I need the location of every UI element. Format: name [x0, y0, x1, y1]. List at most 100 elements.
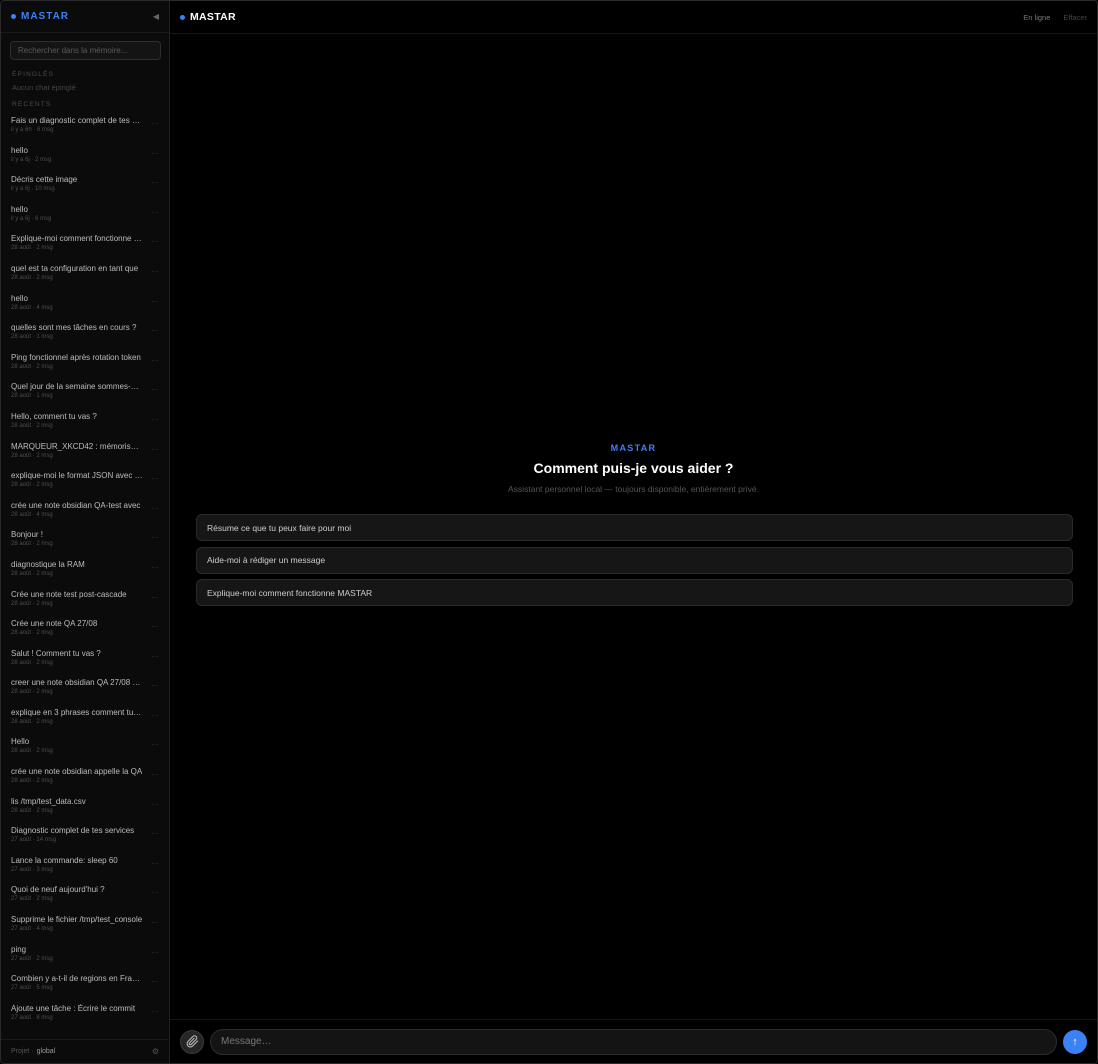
attach-button[interactable]	[180, 1029, 204, 1054]
chat-list-item[interactable]: Crée une note QA 27/08 28 août · 2 msg ···	[1, 616, 169, 646]
chat-list-item[interactable]: Salut ! Comment tu vas ? 28 août · 2 msg ·…	[1, 646, 169, 676]
more-options-icon[interactable]: ···	[151, 800, 159, 809]
suggestion-button[interactable]: Explique-moi comment fonctionne MASTAR	[196, 579, 1073, 606]
chat-list-item[interactable]: crée une note obsidian QA-test avec 28 ao…	[1, 498, 169, 528]
more-options-icon[interactable]: ···	[151, 445, 159, 454]
chat-list-item[interactable]: Diagnostic complet de tes services 27 aoû…	[1, 823, 169, 853]
chat-list-item[interactable]: Bonjour ! 28 août · 2 msg ···	[1, 527, 169, 557]
chat-list-item[interactable]: ping 27 août · 2 msg ···	[1, 942, 169, 972]
status-badge: En ligne	[1023, 12, 1051, 22]
more-options-icon[interactable]: ···	[151, 385, 159, 394]
chat-list-item[interactable]: diagnostique la RAM 28 août · 2 msg ···	[1, 557, 169, 587]
chat-list-item[interactable]: Ping fonctionnel après rotation token 28 …	[1, 350, 169, 380]
chat-list-item[interactable]: hello il y a 6j · 6 msg ···	[1, 202, 169, 232]
chat-list-item[interactable]: hello 28 août · 4 msg ···	[1, 291, 169, 321]
more-options-icon[interactable]: ···	[151, 326, 159, 335]
chat-meta: il y a 6j · 10 msg	[11, 186, 55, 193]
suggestion-list: Résume ce que tu peux faire pour moi Aid…	[196, 514, 1073, 612]
chat-list-item[interactable]: Crée une note test post-cascade 28 août ·…	[1, 587, 169, 617]
chat-list-item[interactable]: quel est ta configuration en tant que 28 …	[1, 261, 169, 291]
pinned-section-label: ÉPINGLÉS	[12, 71, 55, 78]
more-options-icon[interactable]: ···	[151, 711, 159, 720]
chat-list-item[interactable]: quelles sont mes tâches en cours ? 28 aoû…	[1, 320, 169, 350]
chat-meta: 27 août · 8 msg	[11, 1014, 53, 1021]
app-window: MASTAR ◀ ÉPINGLÉS Aucun chat épinglé RÉC…	[0, 0, 1098, 1064]
more-options-icon[interactable]: ···	[151, 681, 159, 690]
chat-title: quel est ta configuration en tant que	[11, 263, 139, 273]
chat-list-item[interactable]: Lance la commande: sleep 60 27 août · 3 m…	[1, 853, 169, 883]
hero-subtitle: Assistant personnel local — toujours dis…	[508, 484, 759, 494]
more-options-icon[interactable]: ···	[151, 415, 159, 424]
chat-list-item[interactable]: Décris cette image il y a 6j · 10 msg ···	[1, 172, 169, 202]
chat-title: crée une note obsidian appelle la QA	[11, 767, 143, 777]
memory-search-input[interactable]	[10, 41, 161, 60]
message-input[interactable]	[210, 1028, 1057, 1055]
chat-meta: 27 août · 5 msg	[11, 985, 53, 992]
more-options-icon[interactable]: ···	[151, 149, 159, 158]
more-options-icon[interactable]: ···	[151, 770, 159, 779]
chat-list-item[interactable]: Hello 28 août · 2 msg ···	[1, 734, 169, 764]
chat-list-item[interactable]: creer une note obsidian QA 27/08 avec 28 …	[1, 675, 169, 705]
chat-list-item[interactable]: Combien y a-t-il de regions en France 27 …	[1, 971, 169, 1001]
chat-list-item[interactable]: MARQUEUR_XKCD42 : mémorise ceci 28 août ·…	[1, 439, 169, 469]
chat-meta: 28 août · 2 msg	[11, 245, 53, 252]
gear-icon[interactable]: ⚙	[152, 1047, 159, 1056]
chat-meta: 28 août · 2 msg	[11, 600, 53, 607]
more-options-icon[interactable]: ···	[151, 948, 159, 957]
chat-meta: 28 août · 2 msg	[11, 630, 53, 637]
chat-meta: il y a 6h · 6 msg	[11, 127, 54, 133]
more-options-icon[interactable]: ···	[151, 119, 159, 128]
more-options-icon[interactable]: ···	[151, 208, 159, 217]
more-options-icon[interactable]: ···	[151, 563, 159, 572]
more-options-icon[interactable]: ···	[151, 859, 159, 868]
more-options-icon[interactable]: ···	[151, 829, 159, 838]
suggestion-button[interactable]: Aide-moi à rédiger un message	[196, 546, 1073, 574]
chat-list-item[interactable]: lis /tmp/test_data.csv 28 août · 2 msg ···	[1, 794, 169, 824]
more-options-icon[interactable]: ···	[151, 740, 159, 749]
send-button[interactable]: ↑	[1063, 1029, 1087, 1054]
chat-list-item[interactable]: Quoi de neuf aujourd'hui ? 27 août · 2 ms…	[1, 882, 169, 912]
chevron-left-icon[interactable]: ◀	[153, 12, 159, 21]
more-options-icon[interactable]: ···	[151, 504, 159, 513]
sidebar-brand: MASTAR	[21, 11, 70, 22]
message-composer: ↑	[170, 1019, 1097, 1063]
more-options-icon[interactable]: ···	[151, 1007, 159, 1016]
clear-button[interactable]: Effacer	[1063, 13, 1087, 22]
more-options-icon[interactable]: ···	[151, 297, 159, 306]
chat-list-item[interactable]: Explique-moi comment fonctionne MASTAR28…	[1, 231, 169, 261]
more-options-icon[interactable]: ···	[151, 622, 159, 631]
more-options-icon[interactable]: ···	[151, 888, 159, 897]
more-options-icon[interactable]: ···	[151, 267, 159, 276]
chat-title: Diagnostic complet de tes services	[11, 826, 135, 836]
recent-section-label: RÉCENTS	[12, 101, 52, 108]
more-options-icon[interactable]: ···	[151, 918, 159, 927]
more-options-icon[interactable]: ···	[151, 533, 159, 542]
chat-title: MARQUEUR_XKCD42 : mémorise ceci	[11, 441, 143, 451]
more-options-icon[interactable]: ···	[151, 652, 159, 661]
top-bar: MASTAR En ligne Effacer	[170, 1, 1097, 34]
chat-list-item[interactable]: explique-moi le format JSON avec un 28 ao…	[1, 468, 169, 498]
chat-meta: 28 août · 4 msg	[11, 304, 53, 311]
chat-list-item[interactable]: explique en 3 phrases comment tu fonctio…	[1, 705, 169, 735]
more-options-icon[interactable]: ···	[151, 356, 159, 365]
more-options-icon[interactable]: ···	[151, 237, 159, 246]
chat-meta: 28 août · 2 msg	[11, 748, 53, 755]
chat-title: Lance la commande: sleep 60	[11, 855, 118, 865]
paperclip-icon	[186, 1035, 198, 1048]
chat-list-item[interactable]: Fais un diagnostic complet de tes servic…	[1, 113, 169, 143]
status-dot-icon	[11, 14, 16, 19]
more-options-icon[interactable]: ···	[151, 977, 159, 986]
chat-list-item[interactable]: Ajoute une tâche : Écrire le commit 27 ao…	[1, 1001, 169, 1031]
hero-brand: MASTAR	[610, 443, 657, 453]
chat-list-item[interactable]: Supprime le fichier /tmp/test_console 27 …	[1, 912, 169, 942]
welcome-hero: MASTAR Comment puis-je vous aider ? Assi…	[170, 443, 1097, 494]
chat-list-item[interactable]: Quel jour de la semaine sommes-nous 28 ao…	[1, 379, 169, 409]
suggestion-button[interactable]: Résume ce que tu peux faire pour moi	[196, 514, 1073, 541]
chat-list-item[interactable]: Hello, comment tu vas ? 28 août · 2 msg ··…	[1, 409, 169, 439]
chat-list-item[interactable]: crée une note obsidian appelle la QA 28 a…	[1, 764, 169, 794]
project-value[interactable]: global	[37, 1048, 56, 1055]
more-options-icon[interactable]: ···	[151, 474, 159, 483]
chat-list-item[interactable]: hello il y a 6j · 2 msg ···	[1, 143, 169, 173]
more-options-icon[interactable]: ···	[151, 178, 159, 187]
more-options-icon[interactable]: ···	[151, 593, 159, 602]
